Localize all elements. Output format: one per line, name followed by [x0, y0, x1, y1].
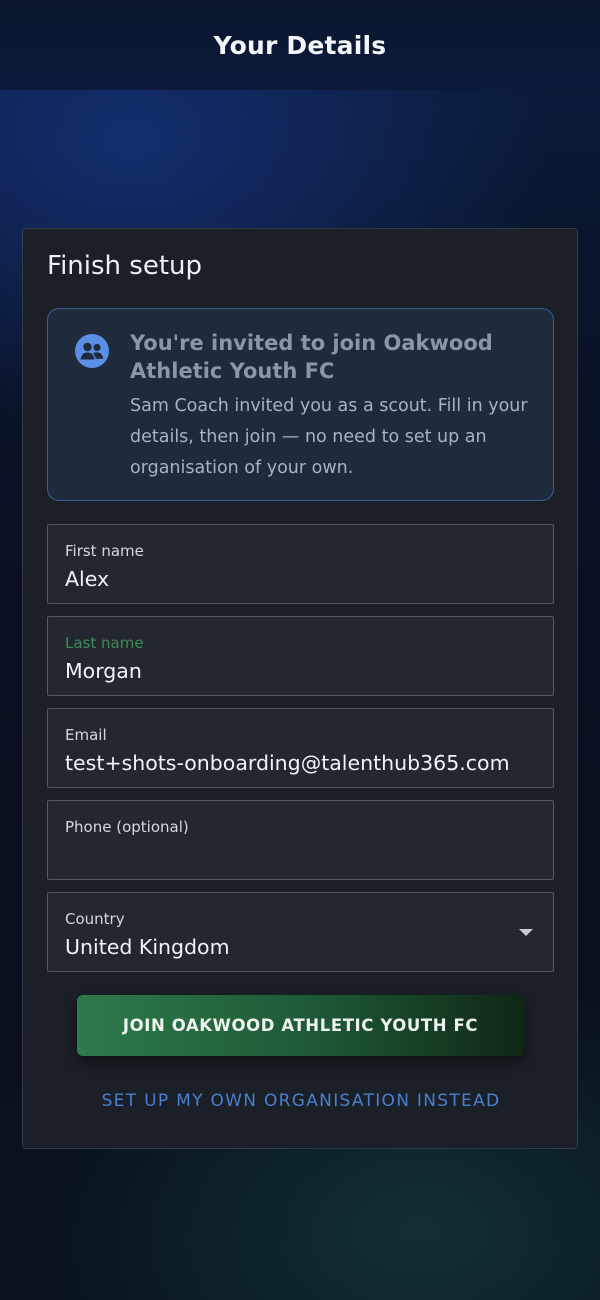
email-field[interactable]: Email — [47, 708, 554, 788]
card-title: Finish setup — [47, 251, 202, 281]
dropdown-arrow-icon[interactable] — [519, 929, 533, 936]
app-header: Your Details — [0, 0, 600, 90]
invite-banner: You're invited to join Oakwood Athletic … — [47, 308, 554, 501]
email-input[interactable] — [65, 751, 545, 775]
phone-input[interactable] — [65, 843, 545, 867]
first-name-label: First name — [65, 542, 144, 560]
country-select[interactable]: Country United Kingdom — [47, 892, 554, 972]
first-name-input[interactable] — [65, 567, 545, 591]
setup-card: Finish setup You're invited to join Oakw… — [22, 228, 578, 1149]
country-label: Country — [65, 910, 125, 928]
page-title: Your Details — [213, 30, 387, 60]
invite-title: You're invited to join Oakwood Athletic … — [130, 331, 493, 383]
setup-own-organisation-link[interactable]: SET UP MY OWN ORGANISATION INSTEAD — [23, 1091, 579, 1111]
invite-message: Sam Coach invited you as a scout. Fill i… — [130, 396, 528, 478]
join-organisation-button[interactable]: JOIN OAKWOOD ATHLETIC YOUTH FC — [77, 995, 524, 1056]
last-name-field[interactable]: Last name — [47, 616, 554, 696]
phone-field[interactable]: Phone (optional) — [47, 800, 554, 880]
last-name-input[interactable] — [65, 659, 545, 683]
country-value: United Kingdom — [65, 935, 230, 959]
phone-label: Phone (optional) — [65, 818, 189, 836]
email-label: Email — [65, 726, 107, 744]
group-icon — [75, 334, 109, 368]
first-name-field[interactable]: First name — [47, 524, 554, 604]
last-name-label: Last name — [65, 634, 144, 652]
